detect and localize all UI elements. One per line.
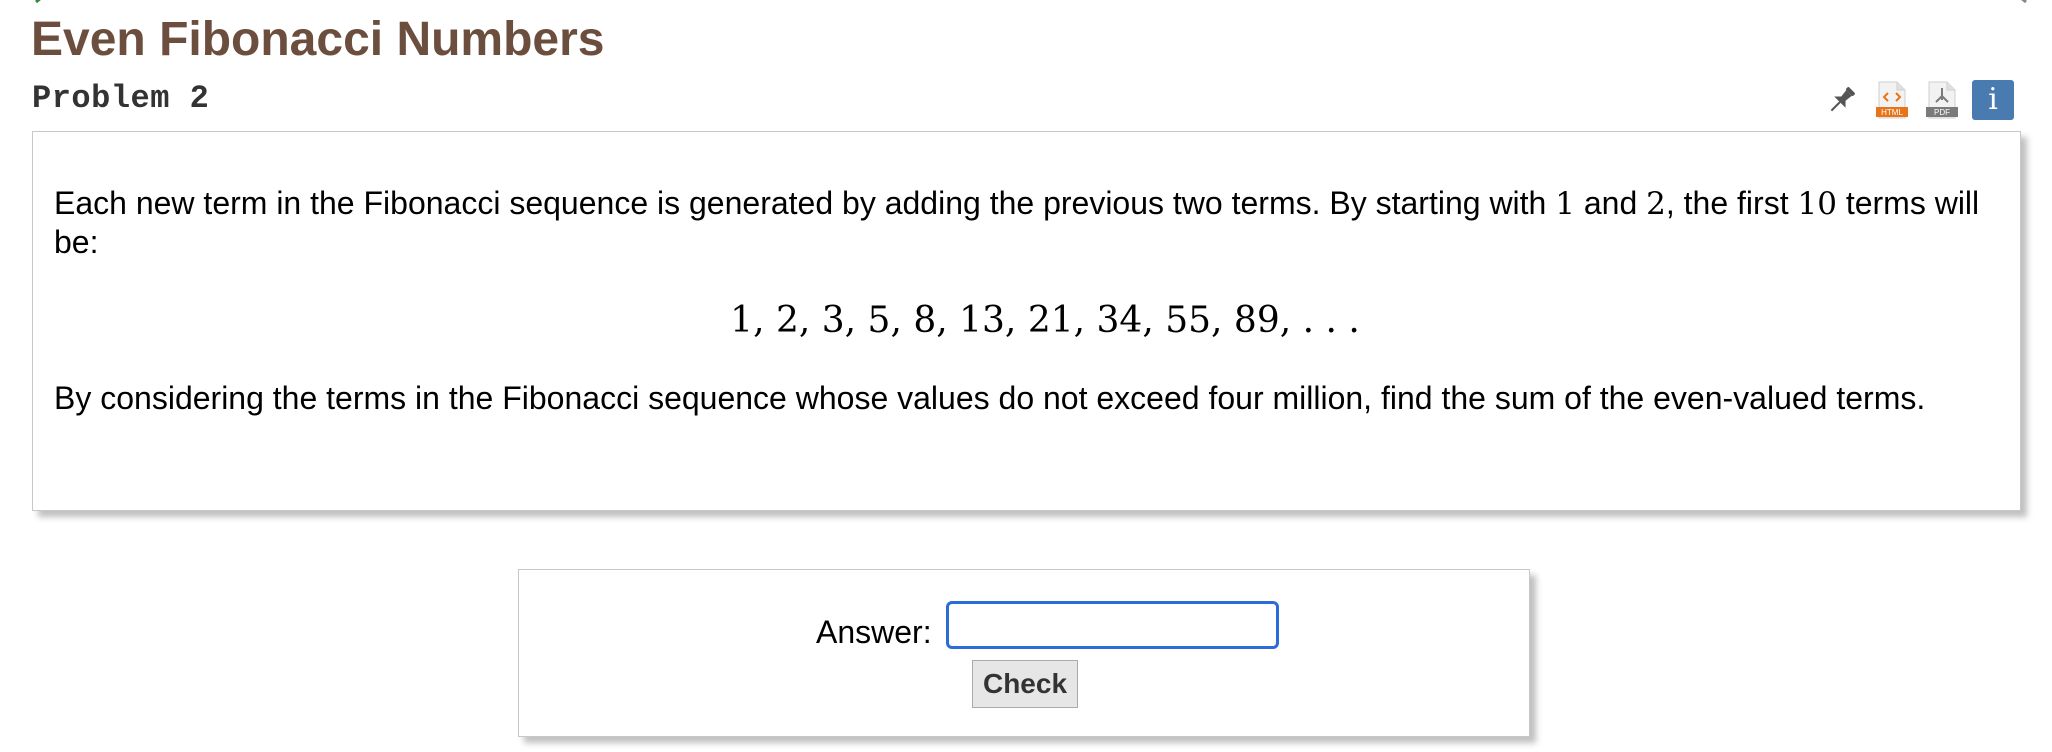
previous-problem-arrow-icon[interactable] bbox=[34, 0, 48, 4]
answer-form: Answer: Check bbox=[518, 569, 1530, 737]
check-button[interactable]: Check bbox=[972, 660, 1078, 708]
problem-number: Problem 2 bbox=[32, 80, 210, 117]
info-icon: i bbox=[1988, 82, 1998, 117]
page-title: Even Fibonacci Numbers bbox=[31, 13, 605, 66]
pdf-download-button[interactable]: PDF bbox=[1922, 80, 1962, 120]
html-download-button[interactable]: HTML bbox=[1872, 80, 1912, 120]
problem-toolbar: HTML PDF i bbox=[1822, 80, 2014, 120]
answer-label: Answer: bbox=[816, 614, 932, 650]
problem-intro: Each new term in the Fibonacci sequence … bbox=[54, 185, 1980, 260]
math-number: 1 bbox=[1555, 186, 1575, 222]
html-caption: HTML bbox=[1881, 108, 1903, 117]
fibonacci-sequence: 1, 2, 3, 5, 8, 13, 21, 34, 55, 89, . . . bbox=[730, 300, 1360, 341]
problem-statement-box: Each new term in the Fibonacci sequence … bbox=[32, 131, 2021, 511]
pdf-caption: PDF bbox=[1934, 108, 1950, 117]
problem-question: By considering the terms in the Fibonacc… bbox=[54, 380, 1926, 416]
pdf-file-icon: PDF bbox=[1926, 81, 1958, 119]
next-problem-arrow-icon[interactable] bbox=[2014, 0, 2028, 4]
info-button[interactable]: i bbox=[1972, 80, 2014, 120]
math-number: 2 bbox=[1646, 186, 1666, 222]
html-file-icon: HTML bbox=[1876, 81, 1908, 119]
math-number: 10 bbox=[1797, 186, 1837, 222]
answer-input[interactable] bbox=[946, 601, 1279, 649]
pin-icon bbox=[1830, 86, 1856, 112]
pin-button[interactable] bbox=[1822, 80, 1862, 120]
